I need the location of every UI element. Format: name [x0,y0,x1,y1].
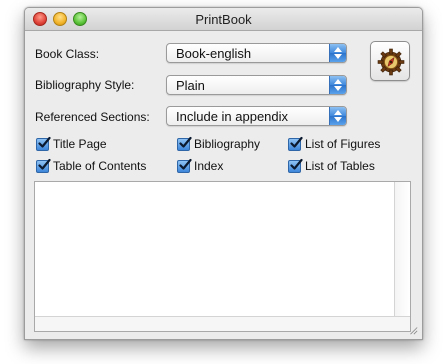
referenced-sections-label: Referenced Sections: [35,110,150,124]
horizontal-scrollbar[interactable] [35,316,410,331]
popup-arrows-icon [329,76,346,94]
title-bar[interactable]: PrintBook [25,8,422,31]
list-of-tables-label[interactable]: List of Tables [305,159,375,173]
index-label[interactable]: Index [194,159,223,173]
typeset-action-button[interactable] [370,41,410,81]
referenced-sections-popup[interactable]: Include in appendix [166,106,347,126]
book-class-value: Book-english [176,46,252,61]
output-text-area[interactable] [34,181,411,332]
index-checkbox[interactable] [177,158,192,173]
book-class-popup[interactable]: Book-english [166,43,347,63]
popup-arrows-icon [329,107,346,125]
printbook-window: PrintBook Book Class: Book-english Bibli… [24,7,423,340]
gear-compass-icon [377,48,405,76]
book-class-label: Book Class: [35,47,100,61]
resize-grip-icon[interactable] [408,325,418,335]
title-page-label[interactable]: Title Page [53,137,107,151]
bibliography-style-popup[interactable]: Plain [166,75,347,95]
checkmark-icon [179,136,192,148]
list-of-figures-label[interactable]: List of Figures [305,137,380,151]
output-text [35,182,410,188]
checkmark-icon [38,136,51,148]
window-title: PrintBook [195,12,252,27]
title-page-checkbox[interactable] [36,136,51,151]
checkmark-icon [179,158,192,170]
checkmark-icon [290,136,303,148]
bibliography-style-value: Plain [176,78,205,93]
referenced-sections-value: Include in appendix [176,109,289,124]
bibliography-style-label: Bibliography Style: [35,78,135,92]
vertical-scrollbar[interactable] [394,182,410,317]
list-of-figures-checkbox[interactable] [288,136,303,151]
bibliography-checkbox[interactable] [177,136,192,151]
list-of-tables-checkbox[interactable] [288,158,303,173]
table-of-contents-label[interactable]: Table of Contents [53,159,146,173]
table-of-contents-checkbox[interactable] [36,158,51,173]
checkmark-icon [38,158,51,170]
bibliography-label[interactable]: Bibliography [194,137,260,151]
popup-arrows-icon [329,44,346,62]
checkmark-icon [290,158,303,170]
